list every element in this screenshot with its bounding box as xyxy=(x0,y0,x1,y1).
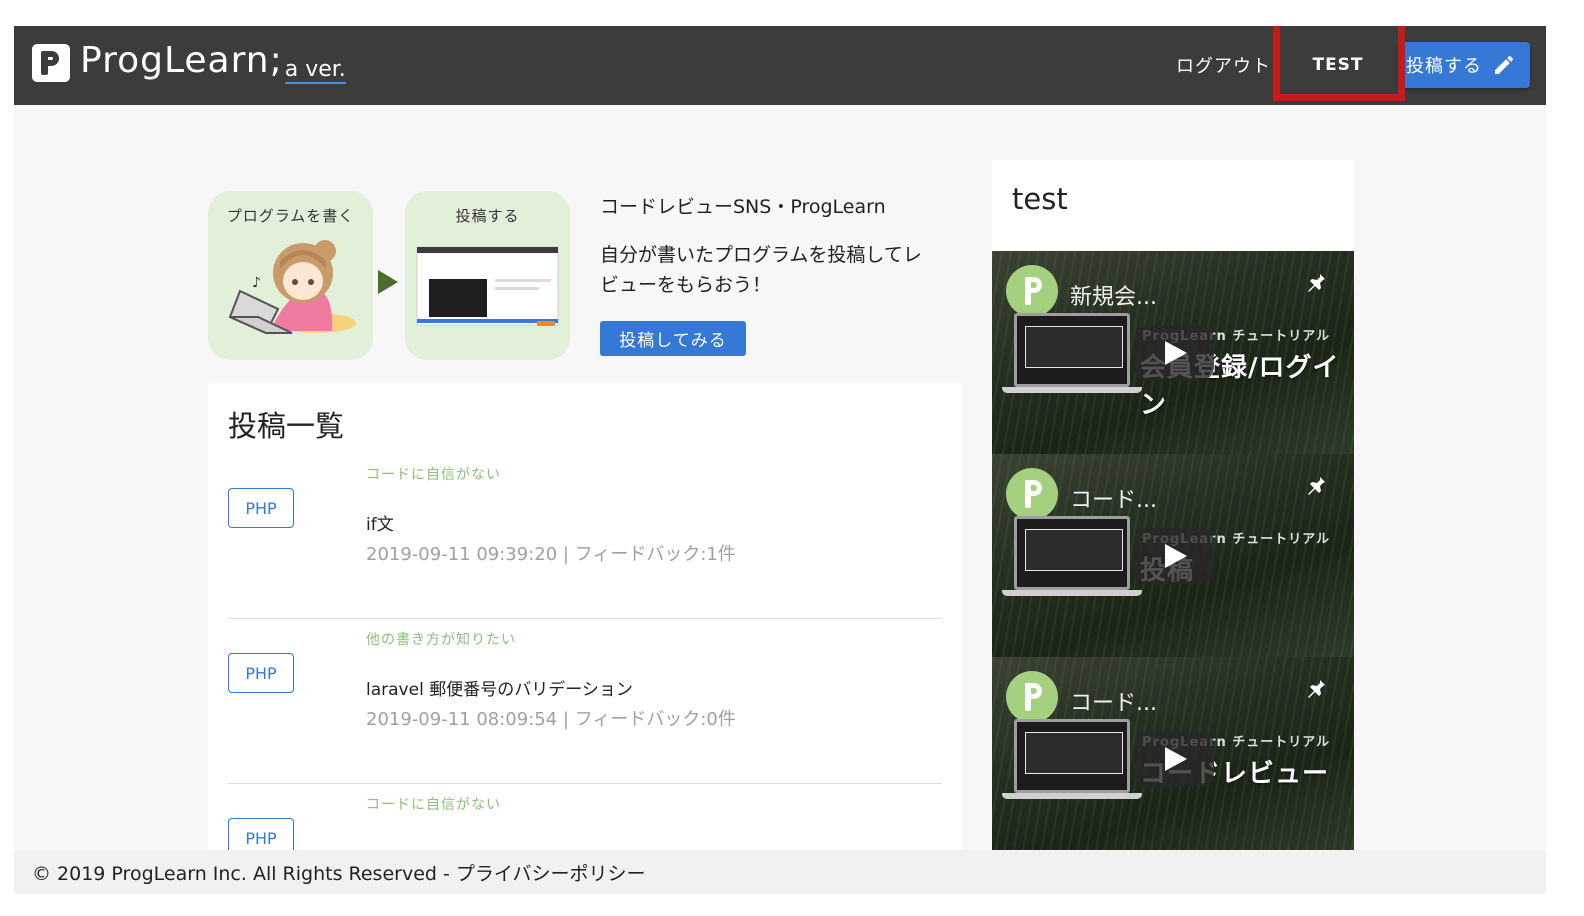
svg-text:♪: ♪ xyxy=(252,275,261,291)
new-post-label: 投稿する xyxy=(1406,56,1482,77)
play-icon[interactable] xyxy=(1134,325,1214,381)
channel-avatar-icon xyxy=(1006,468,1058,520)
post-list-panel: 投稿一覧 PHP コードに自信がない if文 2019-09-11 09:39:… xyxy=(208,383,962,894)
logo-text: ProgLearn; xyxy=(80,40,283,81)
video-title[interactable]: コード... xyxy=(1070,482,1157,514)
language-badge[interactable]: PHP xyxy=(228,488,294,528)
laptop-base xyxy=(1002,590,1142,596)
post-meta: 2019-09-11 09:39:20 | フィードバック:1件 xyxy=(366,544,736,565)
footer: © 2019 ProgLearn Inc. All Rights Reserve… xyxy=(14,850,1546,894)
post-screen-thumbnail xyxy=(416,246,559,326)
video-embed[interactable]: 新規会... ProgLearn チュートリアル 会員登録/ログイン xyxy=(992,251,1354,454)
pin-icon[interactable] xyxy=(1304,677,1328,701)
footer-copyright[interactable]: © 2019 ProgLearn Inc. All Rights Reserve… xyxy=(32,859,646,886)
logout-link[interactable]: ログアウト xyxy=(1176,52,1271,78)
play-icon[interactable] xyxy=(1134,731,1214,787)
logo-version: a ver. xyxy=(284,57,346,84)
hero-step-write-card: プログラムを書く ♪ xyxy=(208,191,373,360)
hero-title: コードレビューSNS・ProgLearn xyxy=(600,196,886,218)
user-menu-button[interactable]: TEST xyxy=(1282,41,1394,89)
video-title[interactable]: 新規会... xyxy=(1070,279,1157,311)
hero-step-post-card: 投稿する xyxy=(405,191,570,360)
post-meta: 2019-09-11 08:09:54 | フィードバック:0件 xyxy=(366,709,736,730)
hero-description: 自分が書いたプログラムを投稿してレビューをもらおう！ xyxy=(600,244,922,296)
video-embed[interactable]: コード... ProgLearn チュートリアル コードレビュー xyxy=(992,657,1354,860)
channel-avatar-icon xyxy=(1006,265,1058,317)
sidebar-panel: test 新規会... ProgLearn チュートリアル 会員登録/ログイン … xyxy=(992,160,1354,860)
language-badge[interactable]: PHP xyxy=(228,653,294,693)
laptop-base xyxy=(1002,793,1142,799)
post-title[interactable]: laravel 郵便番号のバリデーション xyxy=(366,675,633,700)
play-icon[interactable] xyxy=(1134,528,1214,584)
site-logo[interactable]: ProgLearn; a ver. xyxy=(32,40,346,90)
post-tag: 他の書き方が知りたい xyxy=(366,632,516,648)
video-embed[interactable]: コード... ProgLearn チュートリアル 投稿 xyxy=(992,454,1354,657)
app-window: ProgLearn; a ver. ログアウト TEST 投稿する プログラムを… xyxy=(14,26,1546,894)
girl-with-laptop-illustration: ♪ xyxy=(228,240,356,335)
pin-icon[interactable] xyxy=(1304,474,1328,498)
laptop-base xyxy=(1002,387,1142,393)
post-list-item[interactable]: PHP 他の書き方が知りたい laravel 郵便番号のバリデーション 2019… xyxy=(228,619,942,784)
laptop-thumbnail xyxy=(1014,516,1130,590)
pencil-icon xyxy=(1495,55,1514,74)
laptop-thumbnail xyxy=(1014,313,1130,387)
top-navbar: ProgLearn; a ver. ログアウト TEST 投稿する xyxy=(14,26,1546,105)
post-list-item[interactable]: PHP コードに自信がない if文 2019-09-11 09:39:20 | … xyxy=(228,454,942,619)
video-title[interactable]: コード... xyxy=(1070,685,1157,717)
pin-icon[interactable] xyxy=(1304,271,1328,295)
hero-arrow-icon xyxy=(378,270,398,294)
logo-mark-icon xyxy=(32,44,70,82)
post-title[interactable]: if文 xyxy=(366,510,394,535)
post-tag: コードに自信がない xyxy=(366,797,501,813)
try-post-button[interactable]: 投稿してみる xyxy=(600,321,746,356)
post-tag: コードに自信がない xyxy=(366,467,501,483)
post-list-heading: 投稿一覧 xyxy=(228,409,345,443)
laptop-thumbnail xyxy=(1014,719,1130,793)
sidebar-title: test xyxy=(1012,182,1068,216)
channel-avatar-icon xyxy=(1006,671,1058,723)
new-post-button[interactable]: 投稿する xyxy=(1398,42,1530,88)
